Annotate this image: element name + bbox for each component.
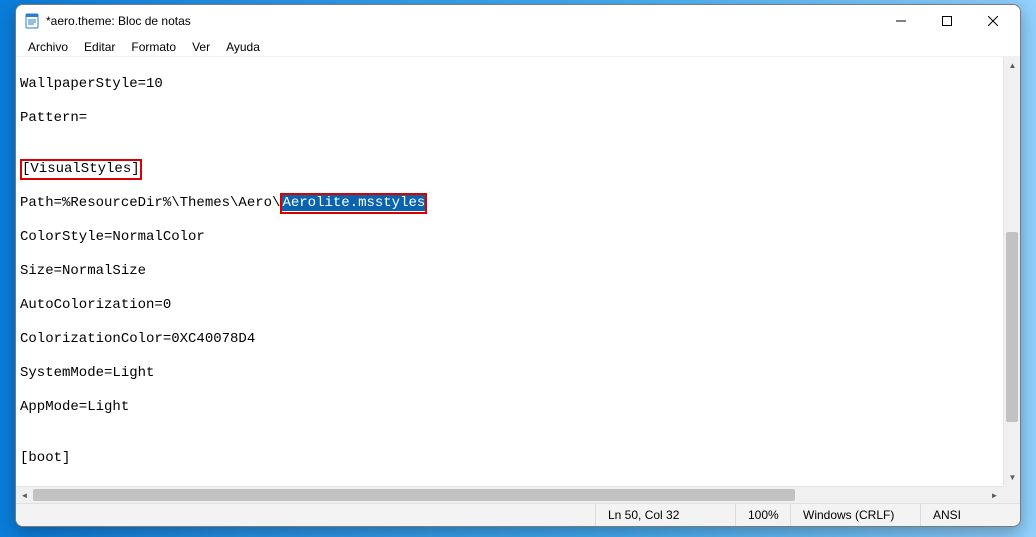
scroll-corner [1003,486,1020,503]
status-line-ending: Windows (CRLF) [790,504,920,526]
text-line: Path=%ResourceDir%\Themes\Aero\Aerolite.… [20,195,999,212]
titlebar[interactable]: *aero.theme: Bloc de notas [16,5,1020,37]
window-title: *aero.theme: Bloc de notas [46,14,878,28]
text-line: Size=NormalSize [20,263,999,280]
vertical-scroll-track[interactable] [1004,74,1020,469]
status-encoding: ANSI [920,504,1020,526]
menu-formato[interactable]: Formato [123,39,184,55]
annotation-box-selection: Aerolite.msstyles [280,193,427,214]
text-line: ColorizationColor=0XC40078D4 [20,331,999,348]
selected-text: Aerolite.msstyles [282,195,425,211]
text-line: ColorStyle=NormalColor [20,229,999,246]
menu-editar[interactable]: Editar [76,39,123,55]
scroll-up-arrow-icon[interactable]: ▲ [1004,57,1020,74]
app-icon [24,13,40,29]
horizontal-scrollbar[interactable]: ◄ ► [16,486,1003,503]
window-controls [878,6,1016,36]
minimize-button[interactable] [878,6,924,36]
close-button[interactable] [970,6,1016,36]
text-line: AppMode=Light [20,399,999,416]
status-spacer [16,504,595,526]
horizontal-scroll-thumb[interactable] [33,489,795,501]
scroll-down-arrow-icon[interactable]: ▼ [1004,469,1020,486]
text-editor[interactable]: WallpaperStyle=10 Pattern= [VisualStyles… [16,57,1003,486]
text-line: [boot] [20,450,999,467]
horizontal-scroll-track[interactable] [33,487,986,503]
maximize-button[interactable] [924,6,970,36]
text-line: Pattern= [20,110,999,127]
notepad-window: *aero.theme: Bloc de notas Archivo Edita… [15,4,1021,527]
vertical-scrollbar[interactable]: ▲ ▼ [1003,57,1020,486]
text-line: [VisualStyles] [20,161,999,178]
text-line: SystemMode=Light [20,365,999,382]
menu-ayuda[interactable]: Ayuda [218,39,268,55]
menu-ver[interactable]: Ver [184,39,218,55]
text-line: WallpaperStyle=10 [20,76,999,93]
statusbar: Ln 50, Col 32 100% Windows (CRLF) ANSI [16,503,1020,526]
editor-area: WallpaperStyle=10 Pattern= [VisualStyles… [16,57,1020,503]
scroll-right-arrow-icon[interactable]: ► [986,487,1003,503]
status-zoom: 100% [735,504,790,526]
vertical-scroll-thumb[interactable] [1006,232,1018,422]
scroll-left-arrow-icon[interactable]: ◄ [16,487,33,503]
text-line: AutoColorization=0 [20,297,999,314]
status-position: Ln 50, Col 32 [595,504,735,526]
annotation-box-section: [VisualStyles] [20,159,142,180]
menubar: Archivo Editar Formato Ver Ayuda [16,37,1020,57]
menu-archivo[interactable]: Archivo [20,39,76,55]
